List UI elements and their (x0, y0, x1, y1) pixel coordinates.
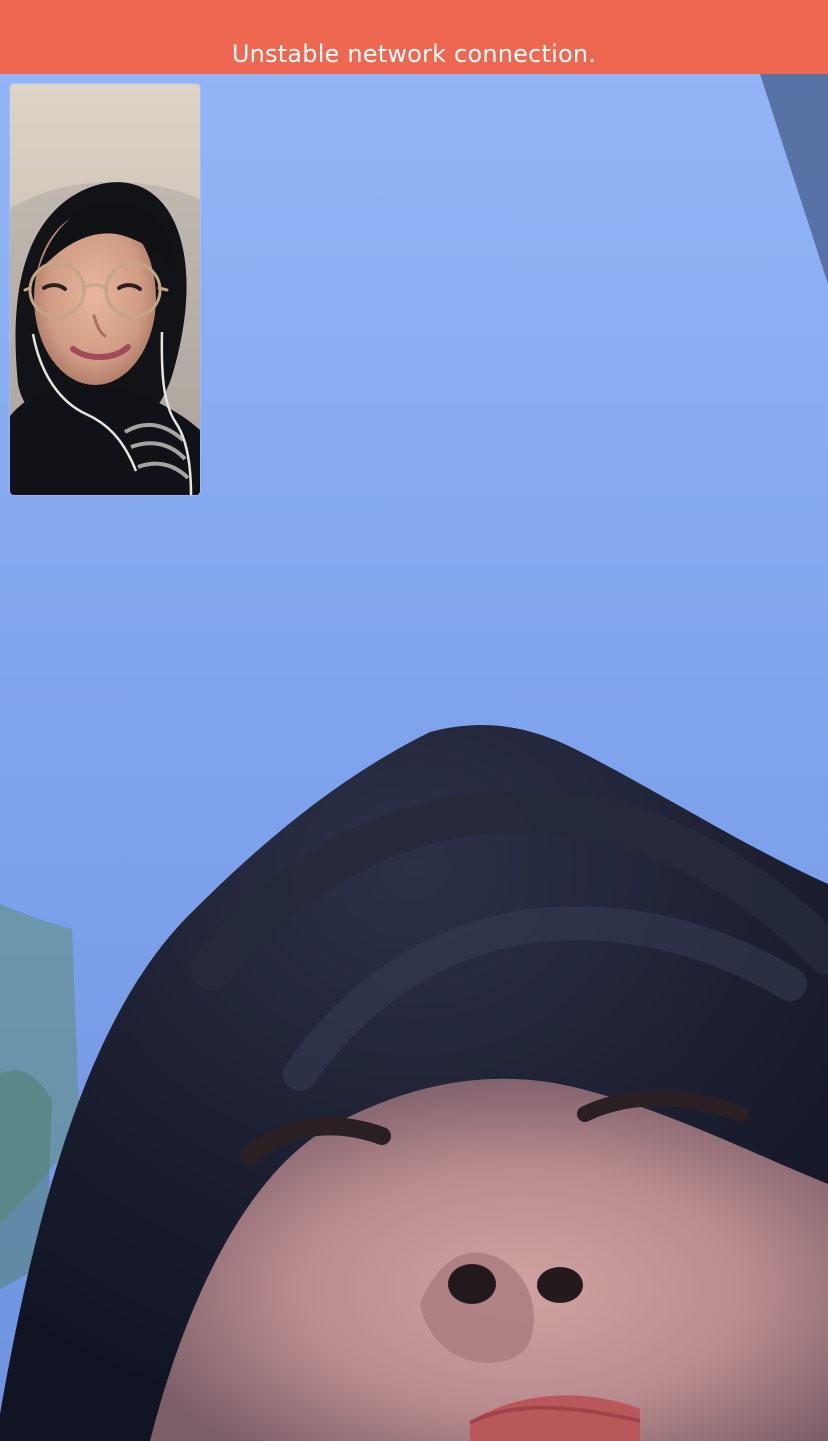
network-warning-text: Unstable network connection. (231, 40, 597, 68)
video-call-screen: Unstable network connection. (0, 0, 828, 1441)
network-warning-banner: Unstable network connection. (0, 0, 828, 74)
self-camera-preview[interactable] (10, 84, 200, 495)
